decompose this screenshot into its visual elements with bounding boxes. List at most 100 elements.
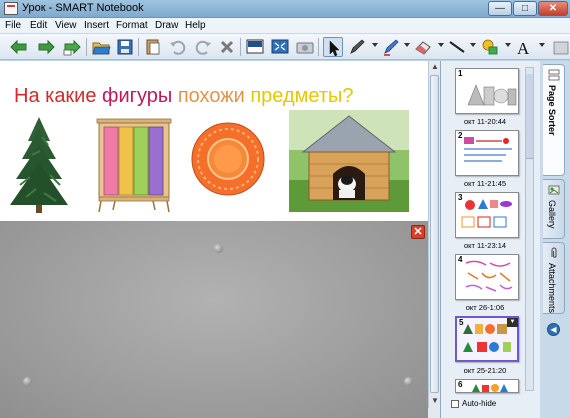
pen-dropdown-icon[interactable] xyxy=(372,43,378,47)
fir-tree-image[interactable] xyxy=(6,115,72,215)
page-thumbnail[interactable]: 3 xyxy=(455,192,519,238)
eraser-icon[interactable] xyxy=(413,37,433,57)
gallery-icon xyxy=(548,185,560,195)
maximize-button[interactable]: □ xyxy=(513,1,537,16)
capture-icon[interactable] xyxy=(295,37,315,57)
page-date-label: окт 25-21:20 xyxy=(463,366,507,375)
question-heading: На какие фигуры похожи предметы? xyxy=(14,85,354,108)
close-window-button[interactable]: ✕ xyxy=(538,1,568,16)
line-icon[interactable] xyxy=(447,37,467,57)
autohide-label: Auto-hide xyxy=(462,399,497,408)
next-page-icon[interactable] xyxy=(36,37,56,57)
plate-image[interactable] xyxy=(190,121,266,197)
notebook-canvas[interactable]: На какие фигуры похожи предметы? ✕ xyxy=(0,61,428,418)
full-screen-icon[interactable] xyxy=(270,37,290,57)
page-number: 5 xyxy=(459,318,464,327)
eraser-dropdown-icon[interactable] xyxy=(438,43,444,47)
fill-icon[interactable] xyxy=(551,37,570,57)
text-icon[interactable]: A xyxy=(514,37,534,57)
toolbar-separator xyxy=(86,38,87,56)
question-word: На какие xyxy=(14,85,97,107)
close-icon[interactable]: ✕ xyxy=(411,225,425,239)
toolbar-separator xyxy=(318,38,319,56)
page-number: 4 xyxy=(458,255,463,264)
page-number: 6 xyxy=(458,380,463,389)
sorter-scroll-thumb[interactable] xyxy=(526,74,533,159)
paste-icon[interactable] xyxy=(143,37,163,57)
toolbar-separator xyxy=(240,38,241,56)
scroll-corner xyxy=(428,408,440,418)
shapes-icon[interactable] xyxy=(480,37,500,57)
menu-view[interactable]: View xyxy=(55,20,77,31)
pin-icon xyxy=(214,244,223,253)
vertical-scrollbar[interactable]: ▲ ▼ xyxy=(428,61,440,408)
page-date-label: окт 11-20:44 xyxy=(463,117,507,126)
sorter-scrollbar[interactable] xyxy=(525,67,534,391)
previous-page-icon[interactable] xyxy=(9,37,29,57)
tab-label: Attachments xyxy=(547,263,557,314)
page-number: 1 xyxy=(458,69,463,78)
paperclip-icon xyxy=(551,247,557,258)
thumbnail-preview xyxy=(461,199,512,228)
checkbox-box[interactable] xyxy=(451,399,459,408)
menu-draw[interactable]: Draw xyxy=(155,20,178,31)
toolbar-separator xyxy=(138,38,139,56)
menu-help[interactable]: Help xyxy=(185,20,206,31)
autohide-checkbox[interactable]: Auto-hide xyxy=(451,399,496,408)
page-number: 3 xyxy=(458,193,463,202)
page-thumbnail[interactable]: 1 xyxy=(455,68,519,114)
page-menu-dropdown-icon[interactable]: ▼ xyxy=(507,318,518,327)
page-thumbnail[interactable]: 2 xyxy=(455,130,519,176)
undo-icon[interactable] xyxy=(168,37,188,57)
page-date-label: окт 26-1:06 xyxy=(465,303,505,312)
thumbnail-preview xyxy=(472,384,508,392)
creative-pen-icon[interactable] xyxy=(381,37,401,57)
scroll-up-icon[interactable]: ▲ xyxy=(430,62,440,72)
minimize-button[interactable]: — xyxy=(488,1,512,16)
question-word: предметы? xyxy=(250,85,354,107)
page-date-label: окт 11-21:45 xyxy=(463,179,507,188)
redo-icon[interactable] xyxy=(193,37,213,57)
lesson-page[interactable]: На какие фигуры похожи предметы? xyxy=(0,61,428,221)
scroll-thumb[interactable] xyxy=(430,75,439,393)
page-thumbnail[interactable]: 4 xyxy=(455,254,519,300)
thumbnail-preview xyxy=(464,137,512,162)
title-bar[interactable]: Урок - SMART Notebook — □ ✕ xyxy=(0,0,570,18)
menu-bar: File Edit View Insert Format Draw Help xyxy=(0,18,570,34)
pin-icon xyxy=(23,377,32,386)
open-icon[interactable] xyxy=(91,37,111,57)
add-page-icon[interactable] xyxy=(62,37,82,57)
creative-pen-dropdown-icon[interactable] xyxy=(404,43,410,47)
thumbnail-preview xyxy=(465,260,513,292)
menu-edit[interactable]: Edit xyxy=(30,20,47,31)
collapse-panel-icon[interactable]: ◀ xyxy=(547,323,560,336)
menu-format[interactable]: Format xyxy=(116,20,148,31)
line-dropdown-icon[interactable] xyxy=(470,43,476,47)
scroll-down-icon[interactable]: ▼ xyxy=(430,396,440,406)
tab-gallery[interactable]: Gallery xyxy=(543,179,565,239)
text-dropdown-icon[interactable] xyxy=(539,43,545,47)
menu-file[interactable]: File xyxy=(5,20,21,31)
wardrobe-image[interactable] xyxy=(95,117,173,213)
window-title: Урок - SMART Notebook xyxy=(22,2,144,14)
notebook-app-icon xyxy=(4,2,18,15)
shapes-dropdown-icon[interactable] xyxy=(505,43,511,47)
page-thumbnail[interactable]: 6 xyxy=(455,379,519,393)
tab-attachments[interactable]: Attachments xyxy=(543,242,565,314)
app-window: Урок - SMART Notebook — □ ✕ File Edit Vi… xyxy=(0,0,570,418)
page-sorter-panel: 1 окт 11-20:44 2 окт 11-21:45 3 окт 11-2… xyxy=(440,61,540,418)
svg-text:A: A xyxy=(517,39,530,57)
save-icon[interactable] xyxy=(115,37,135,57)
side-tabs: Page Sorter Gallery Attachments ◀ xyxy=(540,61,570,418)
tab-label: Gallery xyxy=(547,200,557,229)
doghouse-image[interactable] xyxy=(289,110,409,212)
pen-icon[interactable] xyxy=(347,37,367,57)
delete-icon[interactable] xyxy=(217,37,237,57)
toolbar: A xyxy=(0,34,570,60)
page-date-label: окт 11-23:14 xyxy=(463,241,507,250)
tab-page-sorter[interactable]: Page Sorter xyxy=(543,64,565,176)
menu-insert[interactable]: Insert xyxy=(84,20,109,31)
screen-shade-icon[interactable] xyxy=(245,37,265,57)
page-sorter-icon xyxy=(548,69,560,81)
select-icon[interactable] xyxy=(323,37,343,57)
